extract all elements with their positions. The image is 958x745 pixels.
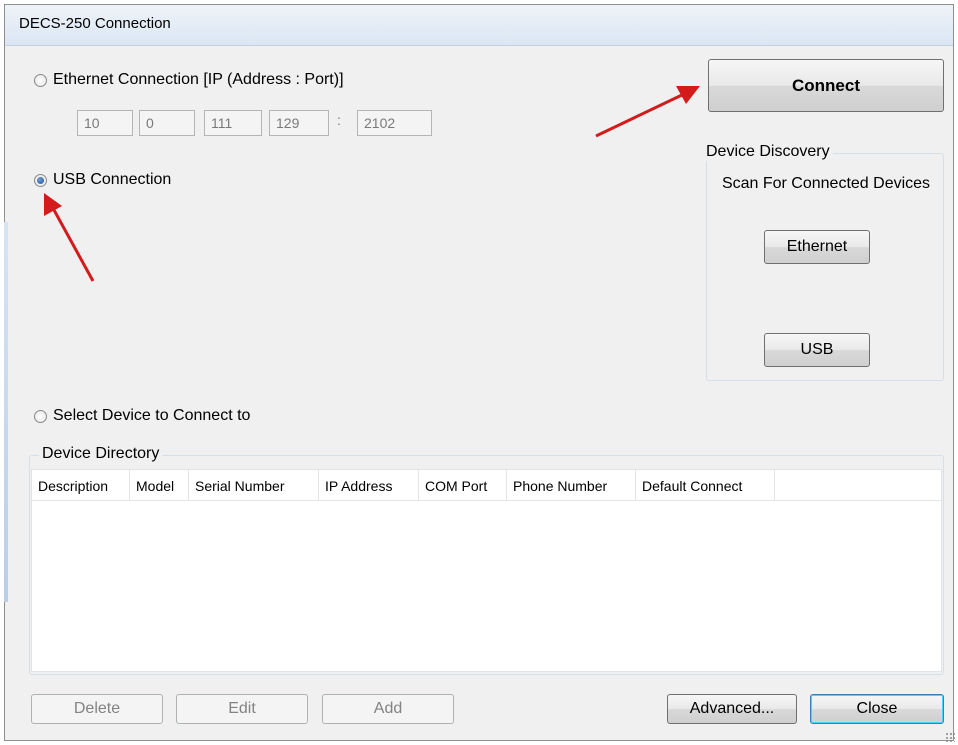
- arrow-to-connect-icon: [595, 92, 685, 138]
- annotation-arrows: [44, 86, 700, 282]
- arrow-head-usb-icon: [44, 193, 62, 216]
- arrow-to-usb-icon: [52, 209, 95, 282]
